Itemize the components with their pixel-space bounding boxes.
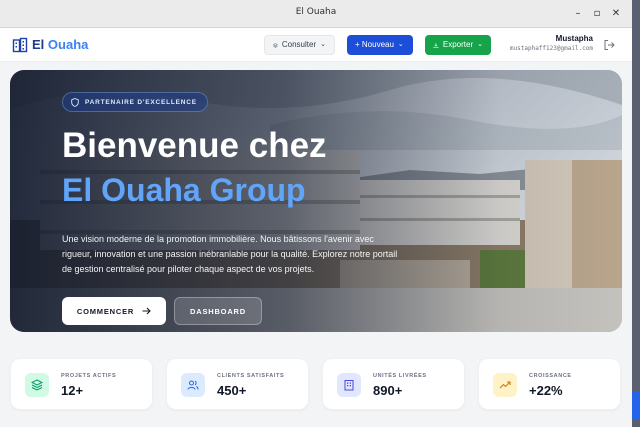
- user-email: mustaphaff123@gmail.com: [509, 45, 593, 52]
- hero-title-line1: Bienvenue chez: [62, 126, 327, 165]
- consulter-button[interactable]: Consulter ⌄: [264, 35, 335, 55]
- stat-label: UNITÉS LIVRÉES: [373, 373, 427, 379]
- stat-label: PROJETS ACTIFS: [61, 373, 117, 379]
- stat-value: +22%: [529, 383, 563, 398]
- chevron-down-icon: ⌄: [320, 41, 326, 48]
- user-profile[interactable]: Mustapha mustaphaff123@gmail.com: [505, 34, 593, 52]
- window-title: El Ouaha: [295, 7, 337, 17]
- stat-card-clients: CLIENTS SATISFAITS 450+: [166, 358, 309, 410]
- stat-icon-box: [493, 373, 517, 397]
- partner-badge-label: PARTENAIRE D'EXCELLENCE: [85, 98, 197, 106]
- maximize-icon[interactable]: ▫: [589, 6, 605, 22]
- users-icon: [187, 380, 199, 390]
- nouveau-label: + Nouveau: [355, 40, 394, 49]
- stat-value: 890+: [373, 383, 403, 398]
- main-content: PARTENAIRE D'EXCELLENCE Bienvenue chez E…: [0, 62, 632, 427]
- stat-card-croissance: CROISSANCE +22%: [478, 358, 621, 410]
- stat-value: 12+: [61, 383, 84, 398]
- trend-up-icon: [499, 381, 511, 389]
- user-name: Mustapha: [555, 34, 593, 43]
- exporter-label: Exporter: [442, 40, 474, 49]
- commencer-label: COMMENCER: [76, 306, 135, 316]
- app-window: El Ouaha – ▫ ✕ El Ouaha Consulter ⌄ + No…: [0, 0, 632, 427]
- arrow-right-icon: [142, 307, 151, 315]
- dashboard-button[interactable]: DASHBOARD: [174, 297, 262, 325]
- hero-description: Une vision moderne de la promotion immob…: [62, 234, 398, 274]
- logout-icon[interactable]: [603, 39, 615, 51]
- chevron-down-icon: ⌄: [397, 41, 404, 48]
- commencer-button[interactable]: COMMENCER: [62, 297, 166, 325]
- desktop-background: [632, 0, 640, 427]
- hero-title-line2: El Ouaha Group: [62, 172, 306, 208]
- building-icon: [344, 380, 354, 391]
- consulter-label: Consulter: [281, 40, 317, 49]
- desktop-widget: [632, 392, 640, 420]
- layers-icon: [273, 42, 278, 48]
- stat-icon-box: [25, 373, 49, 397]
- stat-card-projets: PROJETS ACTIFS 12+: [10, 358, 153, 410]
- stat-value: 450+: [217, 383, 247, 398]
- partner-badge: PARTENAIRE D'EXCELLENCE: [62, 92, 208, 112]
- shield-icon: [71, 97, 79, 107]
- close-icon[interactable]: ✕: [608, 6, 624, 22]
- brand-logo[interactable]: El Ouaha: [32, 37, 88, 52]
- app-header: El Ouaha Consulter ⌄ + Nouveau ⌄ Exporte…: [0, 28, 632, 62]
- stat-label: CLIENTS SATISFAITS: [217, 373, 285, 379]
- stat-icon-box: [181, 373, 205, 397]
- chevron-down-icon: ⌄: [477, 41, 483, 48]
- layers-icon: [31, 379, 43, 391]
- stat-card-unites: UNITÉS LIVRÉES 890+: [322, 358, 465, 410]
- building-logo-icon: [12, 37, 28, 53]
- exporter-button[interactable]: Exporter ⌄: [425, 35, 491, 55]
- download-icon: [433, 42, 439, 48]
- dashboard-label: DASHBOARD: [190, 306, 246, 316]
- stat-icon-box: [337, 373, 361, 397]
- hero-banner: PARTENAIRE D'EXCELLENCE Bienvenue chez E…: [10, 70, 622, 332]
- nouveau-button[interactable]: + Nouveau ⌄: [347, 35, 413, 55]
- minimize-icon[interactable]: –: [570, 6, 586, 22]
- window-titlebar: El Ouaha – ▫ ✕: [0, 0, 632, 28]
- stat-label: CROISSANCE: [529, 373, 572, 379]
- brand-name-part1: El: [32, 37, 45, 52]
- brand-name-part2: Ouaha: [47, 37, 89, 52]
